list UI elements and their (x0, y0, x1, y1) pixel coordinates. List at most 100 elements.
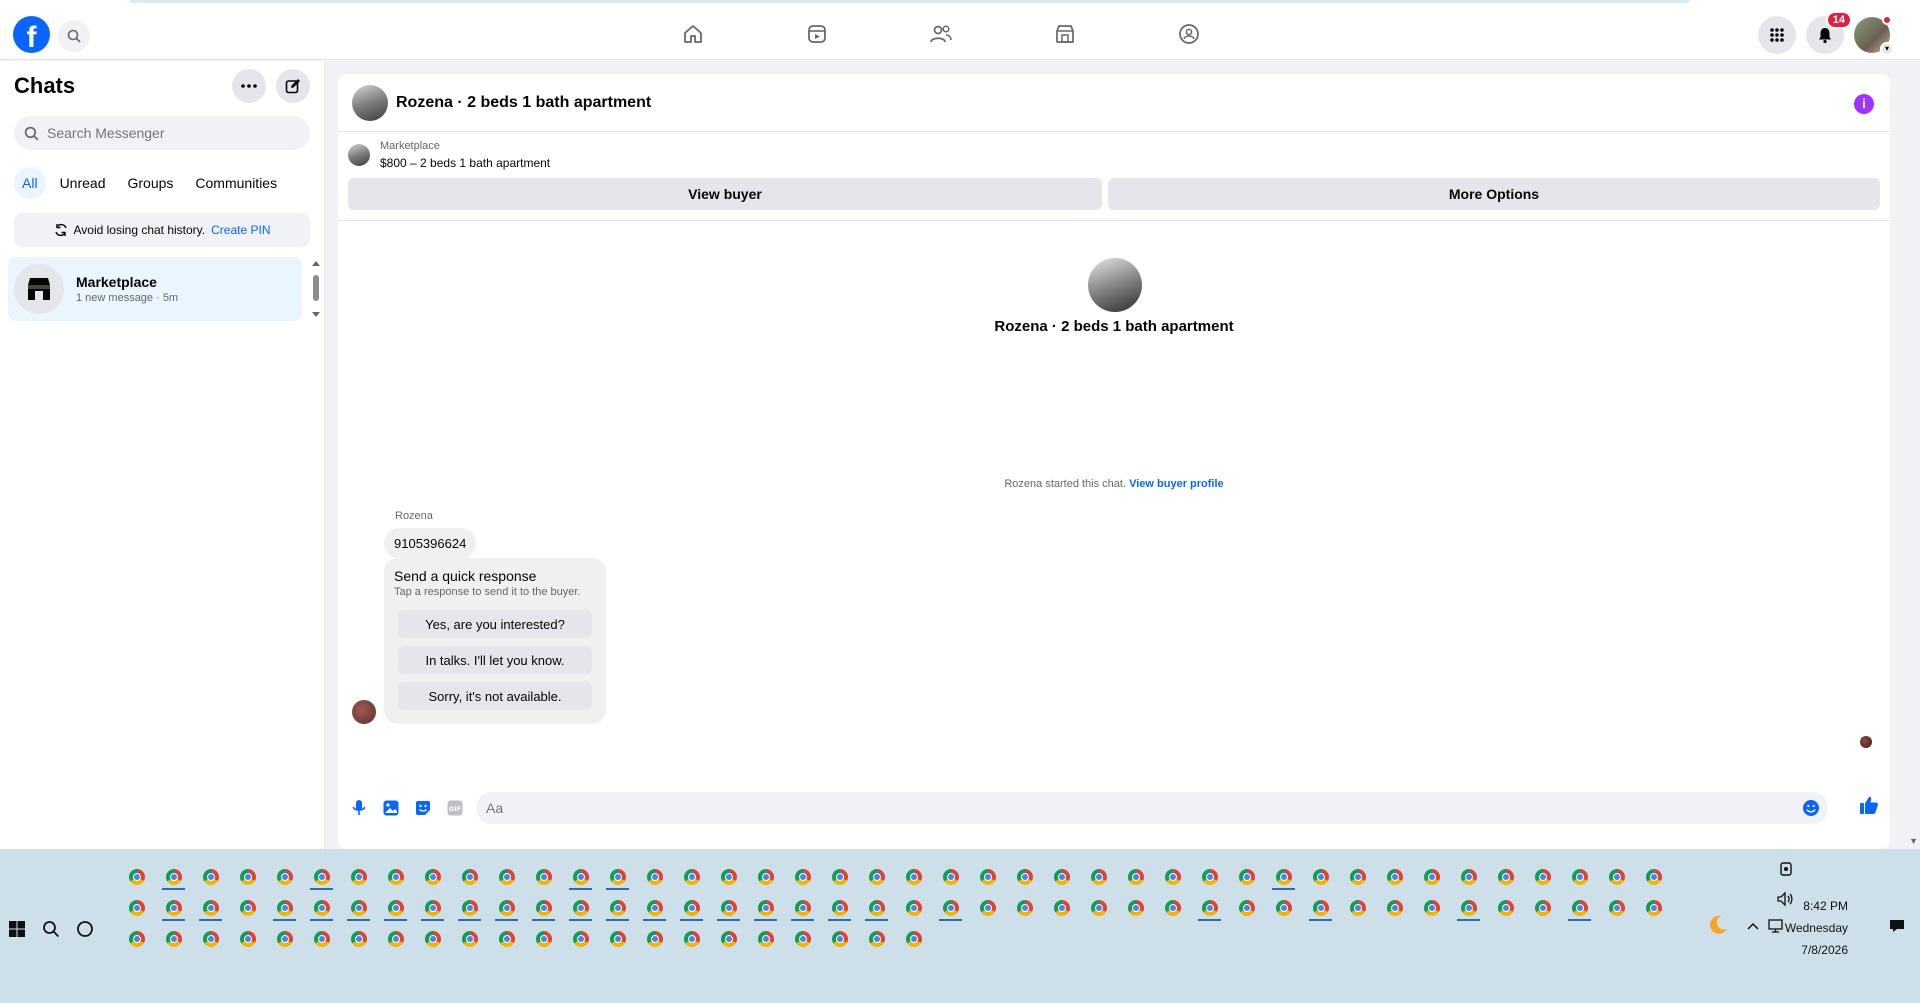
taskbar-chrome-window[interactable] (488, 863, 525, 891)
taskbar-chrome-window[interactable] (1117, 863, 1154, 891)
taskbar-chrome-window[interactable] (229, 863, 266, 891)
taskbar-chrome-window[interactable] (1339, 894, 1376, 922)
taskbar-chrome-window[interactable] (673, 863, 710, 891)
taskbar-chrome-window[interactable] (1450, 863, 1487, 891)
page-scroll-down-icon[interactable]: ▼ (1909, 836, 1918, 846)
taskbar-chrome-window[interactable] (1487, 863, 1524, 891)
taskbar-chrome-window[interactable] (1191, 894, 1228, 922)
taskbar-chrome-window[interactable] (525, 863, 562, 891)
top-search-button[interactable] (58, 20, 90, 52)
taskbar-chrome-window[interactable] (1191, 863, 1228, 891)
scroll-thumb[interactable] (313, 275, 319, 301)
gif-button[interactable]: GIF (444, 797, 466, 819)
info-icon[interactable]: i (1854, 94, 1874, 114)
taskbar-chrome-window[interactable] (303, 863, 340, 891)
taskbar-chrome-window[interactable] (1524, 863, 1561, 891)
taskbar-chrome-window[interactable] (525, 894, 562, 922)
taskbar-chrome-window[interactable] (266, 863, 303, 891)
chevron-up-icon[interactable] (1746, 921, 1760, 931)
taskbar-clock[interactable]: 8:42 PM Wednesday 7/8/2026 (1785, 895, 1848, 961)
taskbar-chrome-window[interactable] (340, 925, 377, 953)
view-buyer-profile-link[interactable]: View buyer profile (1129, 478, 1224, 490)
taskbar-chrome-window[interactable] (1043, 863, 1080, 891)
taskbar-chrome-window[interactable] (451, 925, 488, 953)
facebook-logo-icon[interactable]: f (13, 16, 50, 53)
taskbar-chrome-window[interactable] (562, 863, 599, 891)
profile-avatar[interactable]: ▾ (1854, 15, 1894, 56)
filter-unread[interactable]: Unread (52, 167, 114, 199)
nav-marketplace[interactable] (1047, 16, 1083, 52)
taskbar-chrome-window[interactable] (1376, 894, 1413, 922)
taskbar-chrome-window[interactable] (1080, 863, 1117, 891)
scroll-down-icon[interactable] (311, 311, 321, 319)
menu-button[interactable] (1758, 16, 1796, 54)
taskbar-chrome-window[interactable] (1006, 894, 1043, 922)
taskbar-chrome-window[interactable] (1339, 863, 1376, 891)
taskbar-chrome-window[interactable] (1450, 894, 1487, 922)
quick-response-not-available[interactable]: Sorry, it's not available. (398, 682, 592, 710)
taskbar-chrome-window[interactable] (192, 894, 229, 922)
meet-now-icon[interactable] (1778, 861, 1794, 877)
listing-avatar[interactable] (1088, 258, 1142, 312)
message-input[interactable] (486, 800, 1766, 816)
taskbar-chrome-window[interactable] (673, 894, 710, 922)
taskbar-chrome-window[interactable] (488, 894, 525, 922)
taskbar-chrome-window[interactable] (451, 894, 488, 922)
view-buyer-button[interactable]: View buyer (348, 178, 1102, 210)
taskbar-chrome-window[interactable] (155, 925, 192, 953)
taskbar-chrome-window[interactable] (895, 863, 932, 891)
taskbar-chrome-window[interactable] (636, 894, 673, 922)
message-bubble[interactable]: 9105396624 (384, 528, 477, 559)
create-pin-link[interactable]: Create PIN (211, 223, 270, 237)
notifications-button[interactable]: 14 (1806, 11, 1852, 54)
sticker-button[interactable] (412, 797, 434, 819)
taskbar-chrome-window[interactable] (1265, 894, 1302, 922)
taskbar-chrome-window[interactable] (895, 894, 932, 922)
taskbar-chrome-window[interactable] (636, 925, 673, 953)
taskbar-chrome-window[interactable] (562, 925, 599, 953)
nav-groups[interactable] (1171, 16, 1207, 52)
taskbar-chrome-window[interactable] (599, 894, 636, 922)
taskbar-chrome-window[interactable] (118, 925, 155, 953)
taskbar-chrome-window[interactable] (747, 894, 784, 922)
taskbar-chrome-window[interactable] (858, 925, 895, 953)
search-icon[interactable] (42, 920, 60, 938)
taskbar-chrome-window[interactable] (1561, 894, 1598, 922)
taskbar-chrome-window[interactable] (710, 894, 747, 922)
taskbar-chrome-window[interactable] (488, 925, 525, 953)
taskbar-chrome-window[interactable] (1302, 863, 1339, 891)
listing-thumbnail[interactable] (352, 84, 388, 121)
taskbar-chrome-window[interactable] (562, 894, 599, 922)
conversation-title[interactable]: Rozena · 2 beds 1 bath apartment (396, 94, 651, 112)
chat-options-button[interactable] (232, 69, 266, 103)
chevron-down-icon[interactable]: ▾ (1880, 42, 1894, 56)
taskbar-chrome-window[interactable] (1080, 894, 1117, 922)
taskbar-chrome-window[interactable] (932, 863, 969, 891)
taskbar-chrome-window[interactable] (118, 863, 155, 891)
taskbar-chrome-window[interactable] (1154, 894, 1191, 922)
taskbar-chrome-window[interactable] (118, 894, 155, 922)
windows-start-icon[interactable] (8, 920, 26, 938)
taskbar-chrome-window[interactable] (784, 863, 821, 891)
taskbar-chrome-window[interactable] (1413, 863, 1450, 891)
new-message-button[interactable] (276, 69, 310, 103)
filter-communities[interactable]: Communities (187, 167, 285, 199)
taskbar-chrome-window[interactable] (414, 863, 451, 891)
action-center-icon[interactable] (1888, 917, 1906, 935)
more-options-button[interactable]: More Options (1108, 178, 1880, 210)
nav-video[interactable] (799, 16, 835, 52)
taskbar-chrome-window[interactable] (525, 925, 562, 953)
taskbar-chrome-window[interactable] (1117, 894, 1154, 922)
chat-item-marketplace[interactable]: Marketplace 1 new message · 5m (8, 257, 302, 321)
taskbar-chrome-window[interactable] (710, 925, 747, 953)
taskbar-chrome-window[interactable] (1487, 894, 1524, 922)
taskbar-chrome-window[interactable] (229, 925, 266, 953)
taskbar-chrome-window[interactable] (377, 925, 414, 953)
taskbar-chrome-window[interactable] (266, 925, 303, 953)
emoji-icon[interactable] (1802, 799, 1820, 817)
filter-all[interactable]: All (14, 167, 46, 199)
taskbar-chrome-window[interactable] (747, 863, 784, 891)
taskbar-chrome-window[interactable] (784, 925, 821, 953)
taskbar-chrome-window[interactable] (858, 894, 895, 922)
network-icon[interactable] (1766, 918, 1784, 934)
